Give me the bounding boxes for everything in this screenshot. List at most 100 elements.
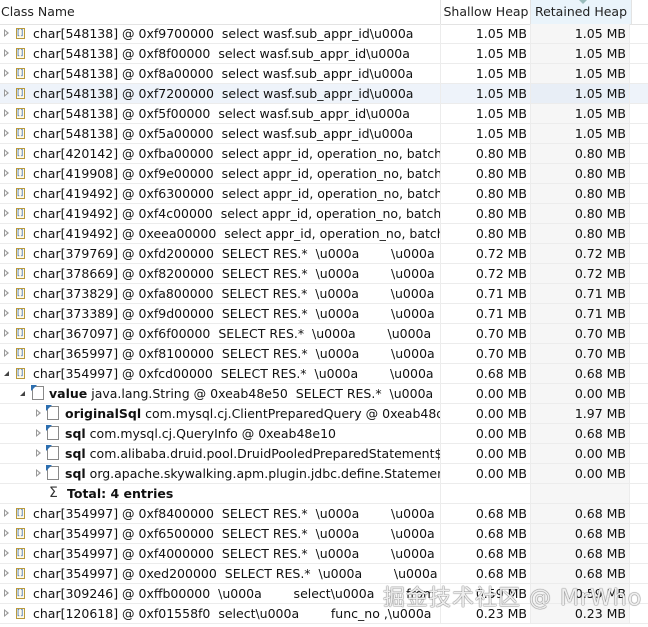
- table-row[interactable]: sql com.mysql.cj.QueryInfo @ 0xeab48e10 0…: [0, 424, 648, 444]
- expand-arrow-icon[interactable]: [4, 549, 9, 557]
- expand-arrow-icon[interactable]: [4, 569, 9, 577]
- table-row[interactable]: char[420142] @ 0xfba00000 select appr_id…: [0, 144, 648, 164]
- table-row[interactable]: char[367097] @ 0xf6f00000 SELECT RES.* \…: [0, 324, 648, 344]
- collapse-arrow-icon[interactable]: [4, 371, 9, 376]
- table-row[interactable]: char[309246] @ 0xffb00000 \u000a select\…: [0, 584, 648, 604]
- class-name-text: char[419492] @ 0xf4c00000 select appr_id…: [33, 204, 440, 223]
- field-name: sql: [65, 426, 86, 441]
- shallow-heap-cell: 0.72 MB: [440, 244, 530, 263]
- expand-arrow-icon[interactable]: [4, 109, 9, 117]
- expand-arrow-icon[interactable]: [4, 329, 9, 337]
- expand-arrow-icon[interactable]: [4, 89, 9, 97]
- table-row[interactable]: sql org.apache.skywalking.apm.plugin.jdb…: [0, 464, 648, 484]
- table-row[interactable]: char[548138] @ 0xf5a00000 select wasf.su…: [0, 124, 648, 144]
- retained-heap-cell: 1.05 MB: [530, 104, 630, 123]
- shallow-heap-cell: 0.68 MB: [440, 564, 530, 583]
- retained-heap-cell: 0.68 MB: [530, 544, 630, 563]
- collapse-arrow-icon[interactable]: [20, 391, 25, 396]
- retained-heap-cell: 0.00 MB: [530, 444, 630, 463]
- table-row[interactable]: Σ Total: 4 entries: [0, 484, 648, 504]
- table-row[interactable]: char[354997] @ 0xed200000 SELECT RES.* \…: [0, 564, 648, 584]
- class-name-text: originalSql com.mysql.cj.ClientPreparedQ…: [65, 404, 440, 423]
- expand-arrow-icon[interactable]: [4, 189, 9, 197]
- table-row[interactable]: char[419492] @ 0xf4c00000 select appr_id…: [0, 204, 648, 224]
- sum-icon: Σ: [49, 485, 58, 501]
- class-name-cell: char[419492] @ 0xeea00000 select appr_id…: [0, 224, 440, 243]
- expand-arrow-icon[interactable]: [4, 249, 9, 257]
- table-row[interactable]: char[373829] @ 0xfa800000 SELECT RES.* \…: [0, 284, 648, 304]
- shallow-heap-cell: 0.70 MB: [440, 344, 530, 363]
- table-row[interactable]: char[548138] @ 0xf9700000 select wasf.su…: [0, 24, 648, 44]
- shallow-heap-cell: [440, 484, 530, 503]
- shallow-heap-cell: 1.05 MB: [440, 104, 530, 123]
- retained-heap-cell: 0.70 MB: [530, 324, 630, 343]
- expand-arrow-icon[interactable]: [4, 229, 9, 237]
- table-row[interactable]: char[419492] @ 0xeea00000 select appr_id…: [0, 224, 648, 244]
- table-row[interactable]: char[419908] @ 0xf9e00000 select appr_id…: [0, 164, 648, 184]
- field-name: sql: [65, 466, 86, 481]
- column-header-shallow-heap[interactable]: Shallow Heap: [440, 0, 531, 24]
- expand-arrow-icon[interactable]: [4, 49, 9, 57]
- expand-arrow-icon[interactable]: [4, 129, 9, 137]
- shallow-heap-cell: 1.05 MB: [440, 44, 530, 63]
- retained-heap-cell: 0.68 MB: [530, 524, 630, 543]
- class-name-text: char[420142] @ 0xfba00000 select appr_id…: [33, 144, 440, 163]
- class-name-text: char[548138] @ 0xf7200000 select wasf.su…: [33, 84, 440, 103]
- table-row[interactable]: char[354997] @ 0xf4000000 SELECT RES.* \…: [0, 544, 648, 564]
- retained-heap-cell: 1.05 MB: [530, 44, 630, 63]
- expand-arrow-icon[interactable]: [4, 149, 9, 157]
- table-row[interactable]: char[365997] @ 0xf8100000 SELECT RES.* \…: [0, 344, 648, 364]
- table-row[interactable]: char[548138] @ 0xf7200000 select wasf.su…: [0, 84, 648, 104]
- char-array-icon: [16, 206, 25, 220]
- table-row[interactable]: char[548138] @ 0xf8f00000 select wasf.su…: [0, 44, 648, 64]
- expand-arrow-icon[interactable]: [4, 29, 9, 37]
- expand-arrow-icon[interactable]: [4, 349, 9, 357]
- retained-heap-cell: [530, 484, 630, 503]
- expand-arrow-icon[interactable]: [36, 409, 41, 417]
- expand-arrow-icon[interactable]: [4, 209, 9, 217]
- table-row[interactable]: char[120618] @ 0xf01558f0 select\u000a f…: [0, 604, 648, 624]
- class-name-cell: char[548138] @ 0xf8f00000 select wasf.su…: [0, 44, 440, 63]
- expand-arrow-icon[interactable]: [36, 449, 41, 457]
- shallow-heap-cell: 0.59 MB: [440, 584, 530, 603]
- expand-arrow-icon[interactable]: [36, 469, 41, 477]
- expand-arrow-icon[interactable]: [36, 429, 41, 437]
- expand-arrow-icon[interactable]: [4, 589, 9, 597]
- expand-arrow-icon[interactable]: [4, 529, 9, 537]
- object-label: char[379769] @ 0xfd200000 SELECT RES.* \…: [33, 246, 440, 261]
- char-array-icon: [16, 126, 25, 140]
- class-name-cell: char[378669] @ 0xf8200000 SELECT RES.* \…: [0, 264, 440, 283]
- table-row[interactable]: char[548138] @ 0xf8a00000 select wasf.su…: [0, 64, 648, 84]
- char-array-icon: [16, 226, 25, 240]
- class-name-text: sql com.alibaba.druid.pool.DruidPooledPr…: [65, 444, 440, 463]
- class-name-text: char[354997] @ 0xf4000000 SELECT RES.* \…: [33, 544, 440, 563]
- expand-arrow-icon[interactable]: [4, 609, 9, 617]
- table-row[interactable]: char[548138] @ 0xf5f00000 select wasf.su…: [0, 104, 648, 124]
- expand-arrow-icon[interactable]: [4, 509, 9, 517]
- retained-heap-cell: 0.00 MB: [530, 464, 630, 483]
- object-reference-icon: [46, 425, 59, 440]
- table-row[interactable]: char[354997] @ 0xf6500000 SELECT RES.* \…: [0, 524, 648, 544]
- table-row[interactable]: char[419492] @ 0xf6300000 select appr_id…: [0, 184, 648, 204]
- char-array-icon: [16, 266, 25, 280]
- expand-arrow-icon[interactable]: [4, 69, 9, 77]
- column-header-class-name[interactable]: Class Name: [0, 0, 441, 24]
- table-row[interactable]: originalSql com.mysql.cj.ClientPreparedQ…: [0, 404, 648, 424]
- object-label: char[354997] @ 0xf4000000 SELECT RES.* \…: [33, 546, 440, 561]
- table-row[interactable]: value java.lang.String @ 0xeab48e50 SELE…: [0, 384, 648, 404]
- table-row[interactable]: char[354997] @ 0xfcd00000 SELECT RES.* \…: [0, 364, 648, 384]
- expand-arrow-icon[interactable]: [4, 269, 9, 277]
- object-label: char[419492] @ 0xeea00000 select appr_id…: [33, 226, 440, 241]
- table-row[interactable]: char[379769] @ 0xfd200000 SELECT RES.* \…: [0, 244, 648, 264]
- expand-arrow-icon[interactable]: [4, 309, 9, 317]
- class-name-text: char[548138] @ 0xf5a00000 select wasf.su…: [33, 124, 440, 143]
- table-row[interactable]: sql com.alibaba.druid.pool.DruidPooledPr…: [0, 444, 648, 464]
- char-array-icon: [16, 86, 25, 100]
- table-row[interactable]: char[373389] @ 0xf9d00000 SELECT RES.* \…: [0, 304, 648, 324]
- expand-arrow-icon[interactable]: [4, 289, 9, 297]
- expand-arrow-icon[interactable]: [4, 169, 9, 177]
- table-row[interactable]: char[378669] @ 0xf8200000 SELECT RES.* \…: [0, 264, 648, 284]
- table-row[interactable]: char[354997] @ 0xf8400000 SELECT RES.* \…: [0, 504, 648, 524]
- column-header-retained-heap[interactable]: Retained Heap: [530, 0, 632, 24]
- char-array-icon: [16, 166, 25, 180]
